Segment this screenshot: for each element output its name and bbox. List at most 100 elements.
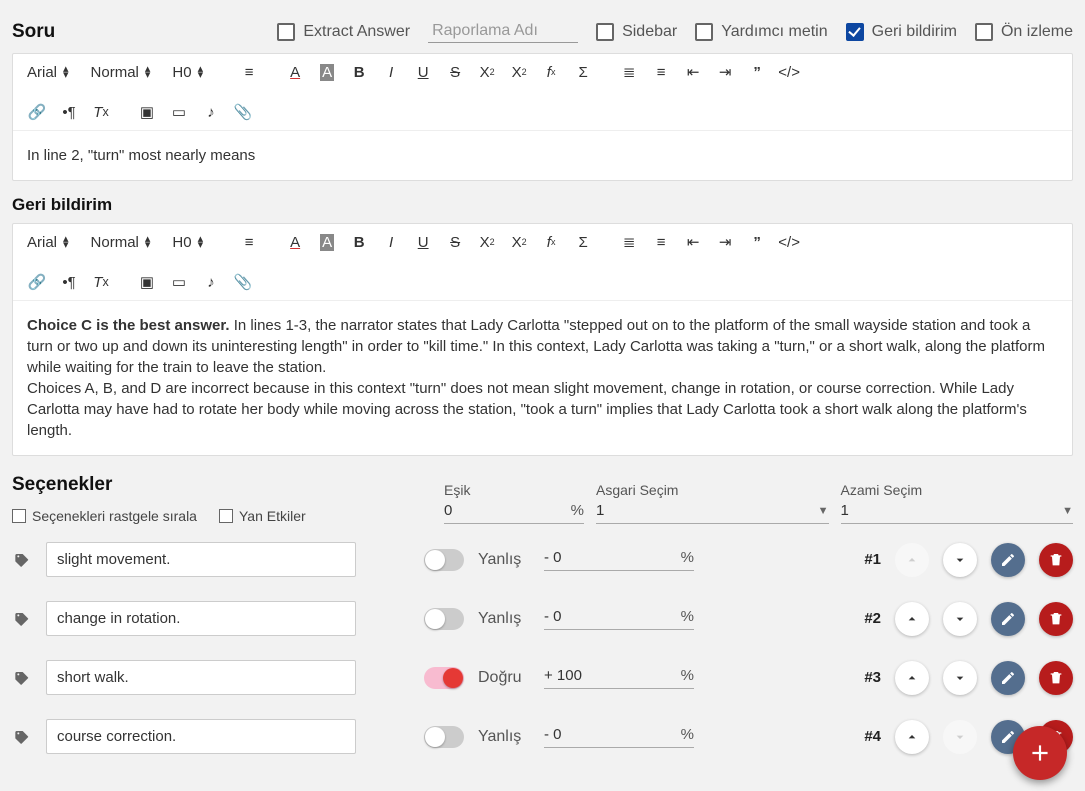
- option-text-input[interactable]: [46, 719, 356, 754]
- sidebar-checkbox[interactable]: Sidebar: [596, 23, 677, 41]
- score-input[interactable]: - 0%: [544, 726, 694, 748]
- underline-icon[interactable]: U: [409, 230, 437, 254]
- score-input[interactable]: - 0%: [544, 549, 694, 571]
- delete-button[interactable]: [1039, 661, 1073, 695]
- font-select[interactable]: Arial▴▾: [23, 62, 73, 83]
- option-text-input[interactable]: [46, 542, 356, 577]
- underline-icon[interactable]: U: [409, 60, 437, 84]
- min-select-field[interactable]: Asgari Seçim 1▼: [596, 482, 829, 524]
- edit-button[interactable]: [991, 543, 1025, 577]
- feedback-checkbox[interactable]: Geri bildirim: [846, 23, 957, 41]
- align-icon[interactable]: ≡: [235, 60, 263, 84]
- delete-button[interactable]: [1039, 602, 1073, 636]
- option-text-input[interactable]: [46, 601, 356, 636]
- quote-icon[interactable]: ”: [743, 230, 771, 254]
- text-color-icon[interactable]: A: [281, 60, 309, 84]
- indent-icon[interactable]: ⇥: [711, 60, 739, 84]
- bold-icon[interactable]: B: [345, 230, 373, 254]
- clear-format-icon[interactable]: Tx: [87, 100, 115, 124]
- move-down-button[interactable]: [943, 602, 977, 636]
- formula-icon[interactable]: fx: [537, 230, 565, 254]
- heading-select[interactable]: H0▴▾: [168, 232, 207, 253]
- preview-checkbox[interactable]: Ön izleme: [975, 23, 1073, 41]
- font-select[interactable]: Arial▴▾: [23, 232, 73, 253]
- heading-select[interactable]: H0▴▾: [168, 62, 207, 83]
- indent-icon[interactable]: ⇥: [711, 230, 739, 254]
- correct-toggle[interactable]: [424, 667, 464, 689]
- subscript-icon[interactable]: X2: [473, 230, 501, 254]
- audio-icon[interactable]: ♪: [197, 100, 225, 124]
- reporting-name-input[interactable]: [428, 20, 578, 43]
- outdent-icon[interactable]: ⇤: [679, 60, 707, 84]
- highlight-icon[interactable]: A: [313, 230, 341, 254]
- question-header-row: Soru Extract Answer Sidebar Yardımcı met…: [12, 20, 1073, 43]
- threshold-field[interactable]: Eşik 0%: [444, 482, 584, 524]
- question-title: Soru: [12, 21, 55, 43]
- score-input[interactable]: - 0%: [544, 608, 694, 630]
- add-option-fab[interactable]: [1013, 726, 1067, 780]
- question-content[interactable]: In line 2, "turn" most nearly means: [13, 131, 1072, 180]
- unordered-list-icon[interactable]: ≡: [647, 230, 675, 254]
- code-icon[interactable]: </>: [775, 60, 803, 84]
- quote-icon[interactable]: ”: [743, 60, 771, 84]
- unordered-list-icon[interactable]: ≡: [647, 60, 675, 84]
- move-down-button[interactable]: [943, 661, 977, 695]
- audio-icon[interactable]: ♪: [197, 270, 225, 294]
- align-icon[interactable]: ≡: [235, 230, 263, 254]
- tag-icon[interactable]: [12, 552, 32, 568]
- tag-icon[interactable]: [12, 670, 32, 686]
- clear-format-icon[interactable]: Tx: [87, 270, 115, 294]
- sigma-icon[interactable]: Σ: [569, 60, 597, 84]
- correct-toggle[interactable]: [424, 549, 464, 571]
- link-icon[interactable]: 🔗: [23, 100, 51, 124]
- correct-toggle[interactable]: [424, 726, 464, 748]
- delete-button[interactable]: [1039, 543, 1073, 577]
- text-color-icon[interactable]: A: [281, 230, 309, 254]
- weight-select[interactable]: Normal▴▾: [87, 232, 155, 253]
- video-icon[interactable]: ▭: [165, 270, 193, 294]
- code-icon[interactable]: </>: [775, 230, 803, 254]
- helper-text-checkbox[interactable]: Yardımcı metin: [695, 23, 827, 41]
- ordered-list-icon[interactable]: ≣: [615, 60, 643, 84]
- move-up-button[interactable]: [895, 661, 929, 695]
- superscript-icon[interactable]: X2: [505, 60, 533, 84]
- link-icon[interactable]: 🔗: [23, 270, 51, 294]
- tag-icon[interactable]: [12, 729, 32, 745]
- attachment-icon[interactable]: 📎: [229, 270, 257, 294]
- correct-toggle[interactable]: [424, 608, 464, 630]
- extract-answer-checkbox[interactable]: Extract Answer: [277, 23, 410, 41]
- toggle-label: Yanlış: [478, 610, 530, 628]
- sigma-icon[interactable]: Σ: [569, 230, 597, 254]
- image-icon[interactable]: ▣: [133, 270, 161, 294]
- shuffle-checkbox[interactable]: Seçenekleri rastgele sırala: [12, 508, 197, 524]
- weight-select[interactable]: Normal▴▾: [87, 62, 155, 83]
- image-icon[interactable]: ▣: [133, 100, 161, 124]
- option-text-input[interactable]: [46, 660, 356, 695]
- italic-icon[interactable]: I: [377, 60, 405, 84]
- video-icon[interactable]: ▭: [165, 100, 193, 124]
- score-input[interactable]: + 100%: [544, 667, 694, 689]
- attachment-icon[interactable]: 📎: [229, 100, 257, 124]
- feedback-content[interactable]: Choice C is the best answer. In lines 1-…: [13, 301, 1072, 455]
- strike-icon[interactable]: S: [441, 60, 469, 84]
- superscript-icon[interactable]: X2: [505, 230, 533, 254]
- edit-button[interactable]: [991, 602, 1025, 636]
- bold-icon[interactable]: B: [345, 60, 373, 84]
- highlight-icon[interactable]: A: [313, 60, 341, 84]
- subscript-icon[interactable]: X2: [473, 60, 501, 84]
- max-select-field[interactable]: Azami Seçim 1▼: [841, 482, 1074, 524]
- pilcrow-icon[interactable]: •¶: [55, 100, 83, 124]
- outdent-icon[interactable]: ⇤: [679, 230, 707, 254]
- pilcrow-icon[interactable]: •¶: [55, 270, 83, 294]
- ordered-list-icon[interactable]: ≣: [615, 230, 643, 254]
- side-effects-checkbox[interactable]: Yan Etkiler: [219, 508, 306, 524]
- edit-button[interactable]: [991, 661, 1025, 695]
- strike-icon[interactable]: S: [441, 230, 469, 254]
- tag-icon[interactable]: [12, 611, 32, 627]
- move-down-button[interactable]: [943, 543, 977, 577]
- italic-icon[interactable]: I: [377, 230, 405, 254]
- move-up-button[interactable]: [895, 720, 929, 754]
- move-down-button: [943, 720, 977, 754]
- formula-icon[interactable]: fx: [537, 60, 565, 84]
- move-up-button[interactable]: [895, 602, 929, 636]
